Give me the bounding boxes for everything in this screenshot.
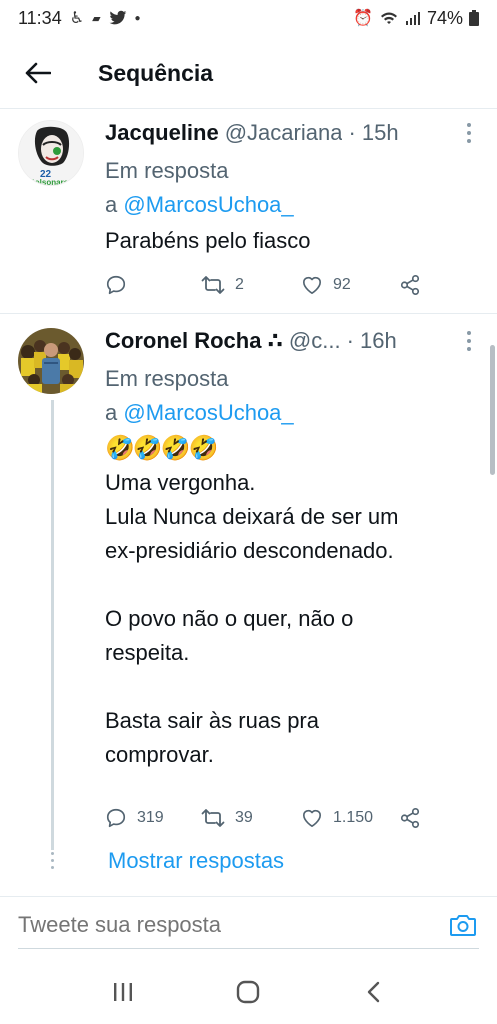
like-count: 1.150 [333, 809, 374, 826]
reply-to-line: a @MarcosUchoa_ [105, 188, 479, 222]
reply-input[interactable] [18, 911, 443, 938]
like-count: 92 [333, 276, 351, 293]
tweet-coronel-rocha[interactable]: Coronel Rocha ∴ @c... · 16h Em resposta … [0, 318, 497, 878]
tweet-actions: 319 39 1.150 [105, 803, 479, 833]
avatar-image [18, 328, 84, 394]
home-button[interactable] [228, 972, 268, 1012]
back-nav-button[interactable] [354, 972, 394, 1012]
recent-apps-icon [113, 983, 132, 1001]
avatar-badge-text: Bolsonaro [29, 178, 69, 186]
tweet-text: Parabéns pelo fiasco [105, 228, 311, 253]
tweet-body: Jacqueline @Jacariana · 15h Em resposta … [105, 118, 479, 258]
share-button[interactable] [399, 274, 421, 296]
heart-icon [303, 809, 321, 827]
more-options-button[interactable] [459, 120, 479, 146]
tweet-time: · 15h [348, 120, 399, 145]
reply-button[interactable]: 319 [105, 807, 201, 829]
reply-icon [106, 808, 126, 828]
camera-button[interactable] [443, 905, 483, 945]
tweet-jacqueline[interactable]: 22 Bolsonaro Jacqueline @Jacariana · 15h… [0, 110, 497, 315]
like-button[interactable]: 92 [301, 275, 399, 295]
page-title: Sequência [98, 59, 214, 86]
more-options-button[interactable] [459, 328, 479, 354]
show-replies-link[interactable]: Mostrar respostas [108, 848, 284, 874]
status-right: ⏰ 74% [353, 8, 479, 29]
tweet-header: Coronel Rocha ∴ @c... · 16h [105, 326, 479, 356]
laughing-emoji-row: 🤣🤣🤣🤣 [105, 435, 219, 462]
chevron-left-icon [367, 981, 380, 1003]
scrollbar[interactable] [490, 345, 495, 475]
reply-to-prefix: a [105, 400, 124, 425]
accessibility-icon: ♿ [69, 10, 85, 27]
reply-bar [0, 896, 497, 952]
text-line: O povo não o quer, não o [105, 606, 354, 631]
tweet-header: Jacqueline @Jacariana · 15h [105, 118, 479, 148]
retweet-count: 39 [235, 809, 253, 826]
app-notification-icon: ▰ [92, 12, 101, 25]
author-name[interactable]: Jacqueline [105, 120, 219, 146]
arrow-left-icon [25, 62, 51, 84]
tweet-text: Uma vergonha. Lula Nunca deixará de ser … [105, 466, 479, 772]
reply-count: 319 [137, 809, 164, 826]
text-line: Lula Nunca deixará de ser um [105, 504, 399, 529]
reply-button[interactable] [105, 274, 201, 296]
text-line: respeita. [105, 640, 190, 665]
text-line: Uma vergonha. [105, 470, 256, 495]
retweet-icon [201, 809, 225, 827]
tweet-body: Coronel Rocha ∴ @c... · 16h Em resposta … [105, 326, 479, 772]
home-icon [237, 980, 260, 1004]
avatar[interactable] [18, 328, 84, 394]
twitter-bird-icon [108, 10, 126, 25]
text-line [105, 670, 479, 704]
app-header: Sequência [0, 44, 497, 102]
reply-to-line: a @MarcosUchoa_ [105, 396, 479, 430]
battery-icon [469, 10, 479, 26]
recent-apps-button[interactable] [103, 972, 143, 1012]
wifi-icon [380, 12, 397, 24]
reply-input-underline [18, 948, 479, 949]
reply-prefix: Em resposta [105, 366, 229, 391]
status-left: 11:34 ♿ ▰ ● [18, 8, 141, 29]
share-icon [400, 275, 420, 295]
retweet-icon [201, 276, 225, 294]
tweet-divider [0, 313, 497, 314]
text-line: comprovar. [105, 742, 214, 767]
share-button[interactable] [399, 807, 421, 829]
author-handle[interactable]: @c... [289, 328, 341, 354]
camera-icon [450, 914, 476, 936]
thread-dots [50, 852, 55, 869]
heart-icon [303, 276, 321, 294]
signal-icon [405, 12, 420, 25]
author-name[interactable]: Coronel Rocha ∴ [105, 328, 283, 354]
reply-to-mention[interactable]: @MarcosUchoa_ [123, 400, 293, 425]
alarm-icon: ⏰ [353, 10, 373, 27]
status-bar: 11:34 ♿ ▰ ● ⏰ 74% [0, 0, 497, 36]
tweet-actions: 2 92 [105, 270, 479, 300]
thread-line [51, 400, 54, 850]
share-icon [400, 808, 420, 828]
status-time: 11:34 [18, 7, 62, 28]
reply-icon [106, 275, 126, 295]
author-handle[interactable]: @Jacariana [225, 120, 343, 146]
reply-context: Em resposta a @MarcosUchoa_ [105, 362, 479, 430]
text-line: Basta sair às ruas pra [105, 708, 319, 733]
retweet-button[interactable]: 39 [201, 808, 301, 828]
retweet-button[interactable]: 2 [201, 275, 301, 295]
back-button[interactable] [18, 53, 58, 93]
reply-to-mention[interactable]: @MarcosUchoa_ [123, 192, 293, 217]
reply-prefix: Em resposta [105, 158, 229, 183]
reply-to-prefix: a [105, 192, 124, 217]
system-nav-bar [0, 960, 497, 1024]
tweet-time: · 16h [346, 328, 397, 353]
text-line [105, 568, 479, 602]
avatar[interactable]: 22 Bolsonaro [18, 120, 84, 186]
header-divider [0, 108, 497, 109]
avatar-image: 22 Bolsonaro [19, 121, 83, 186]
battery-percent: 74% [426, 7, 463, 28]
dot-icon: ● [134, 12, 141, 24]
text-line: ex-presidiário descondenado. [105, 538, 394, 563]
retweet-count: 2 [235, 276, 244, 293]
like-button[interactable]: 1.150 [301, 808, 399, 828]
reply-context: Em resposta a @MarcosUchoa_ [105, 154, 479, 222]
